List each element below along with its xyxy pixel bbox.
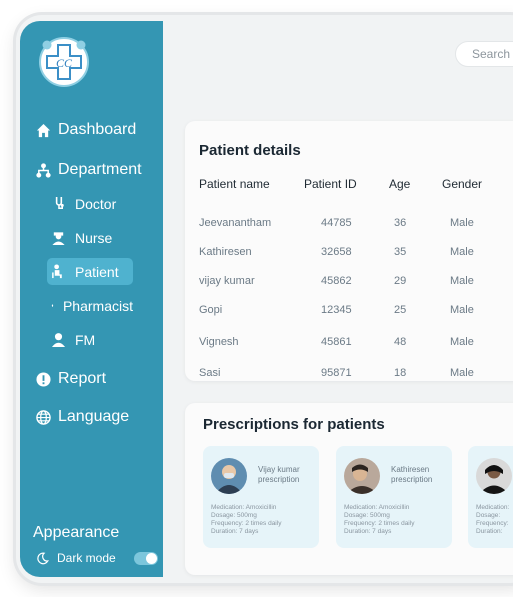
cell-patient-name: Sasi xyxy=(199,367,221,379)
search-input[interactable]: Search xyxy=(455,41,513,67)
cell-gender: Male xyxy=(450,304,474,316)
app-window: CC Dashboard Department Doctor Nurse Pat… xyxy=(16,15,513,583)
cell-age: 18 xyxy=(394,367,407,379)
duration-text: Duration: 7 days xyxy=(344,528,392,535)
appearance-heading: Appearance xyxy=(33,524,120,541)
nav-language[interactable]: Language xyxy=(36,408,129,426)
medication-text: Medication: xyxy=(476,504,510,511)
cell-gender: Male xyxy=(450,336,474,348)
nav-dashboard-label: Dashboard xyxy=(58,121,137,138)
nav-nurse[interactable]: Nurse xyxy=(47,224,133,251)
prescription-name: Vijay kumar prescription xyxy=(258,465,300,484)
avatar xyxy=(211,458,247,494)
cell-age: 25 xyxy=(394,304,407,316)
nav-patient-label: Patient xyxy=(75,263,119,280)
nav-pharmacist-label: Pharmacist xyxy=(62,297,133,314)
prescription-name: Kathiresen prescription xyxy=(391,465,433,484)
nav-patient[interactable]: Patient xyxy=(47,258,133,285)
column-header: Age xyxy=(389,177,411,191)
globe-icon xyxy=(36,409,51,425)
table-row[interactable]: Kathiresen 32658 35 Male xyxy=(185,246,513,266)
frequency-text: Frequency: xyxy=(476,520,509,527)
dosage-text: Dosage: 500mg xyxy=(211,512,257,519)
nav-fm[interactable]: FM xyxy=(47,326,133,353)
cell-patient-id: 32658 xyxy=(321,246,352,258)
hospital-logo: CC xyxy=(39,37,89,87)
table-row[interactable]: Gopi 12345 25 Male xyxy=(185,304,513,324)
dark-mode-row: Dark mode xyxy=(36,551,158,565)
prescription-card[interactable]: Vijay kumar prescription Medication: Amo… xyxy=(203,446,319,548)
nav-department[interactable]: Department xyxy=(36,161,142,179)
table-row[interactable]: Jeevanantham 44785 36 Male xyxy=(185,217,513,237)
avatar xyxy=(344,458,380,494)
nav-dashboard[interactable]: Dashboard xyxy=(36,121,136,139)
medication-text: Medication: Amoxicillin xyxy=(344,504,410,511)
cell-age: 29 xyxy=(394,275,407,287)
cell-age: 35 xyxy=(394,246,407,258)
dark-mode-toggle[interactable] xyxy=(133,551,158,565)
cell-age: 48 xyxy=(394,336,407,348)
sitemap-icon xyxy=(36,162,51,178)
nav-nurse-label: Nurse xyxy=(75,229,113,246)
alert-circle-icon xyxy=(36,371,51,387)
nav-report[interactable]: Report xyxy=(36,370,106,388)
cell-patient-name: Jeevanantham xyxy=(199,217,272,229)
patient-details-title: Patient details xyxy=(199,142,301,159)
patient-details-card: Patient details Patient name Patient ID … xyxy=(185,121,513,381)
nav-doctor[interactable]: Doctor xyxy=(47,190,133,217)
cell-patient-name: Kathiresen xyxy=(199,246,252,258)
nav-doctor-label: Doctor xyxy=(75,195,117,212)
user-icon xyxy=(51,333,66,347)
prescription-card[interactable]: Medication: Dosage: Frequency: Duration: xyxy=(468,446,513,548)
nav-department-label: Department xyxy=(58,161,142,178)
pharmacist-icon xyxy=(51,304,54,307)
patient-icon xyxy=(52,264,62,279)
nav-fm-label: FM xyxy=(75,331,96,348)
duration-text: Duration: 7 days xyxy=(211,528,259,535)
home-icon xyxy=(36,123,51,137)
column-header: Patient name xyxy=(199,177,270,191)
nurse-icon xyxy=(52,232,65,245)
prescriptions-card: Prescriptions for patients Vijay kumar p… xyxy=(185,403,513,575)
cell-age: 36 xyxy=(394,217,407,229)
svg-text:CC: CC xyxy=(56,56,73,70)
doctor-icon xyxy=(55,196,64,209)
dosage-text: Dosage: 500mg xyxy=(344,512,390,519)
cell-patient-id: 44785 xyxy=(321,217,352,229)
cell-patient-id: 12345 xyxy=(321,304,352,316)
nav-report-label: Report xyxy=(58,370,107,387)
table-row[interactable]: Vignesh 45861 48 Male xyxy=(185,336,513,356)
cell-patient-id: 45862 xyxy=(321,275,352,287)
cell-gender: Male xyxy=(450,246,474,258)
cell-patient-id: 45861 xyxy=(321,336,352,348)
nav-pharmacist[interactable]: Pharmacist xyxy=(47,292,133,319)
table-row[interactable]: vijay kumar 45862 29 Male xyxy=(185,275,513,295)
medication-text: Medication: Amoxicillin xyxy=(211,504,277,511)
prescriptions-title: Prescriptions for patients xyxy=(203,416,385,433)
cell-gender: Male xyxy=(450,367,474,379)
table-row[interactable]: Sasi 95871 18 Male xyxy=(185,367,513,387)
dosage-text: Dosage: xyxy=(476,512,501,519)
duration-text: Duration: xyxy=(476,528,503,535)
dark-mode-label: Dark mode xyxy=(57,551,116,565)
column-header: Gender xyxy=(442,177,483,191)
cell-patient-name: Vignesh xyxy=(199,336,239,348)
avatar xyxy=(476,458,512,494)
cell-patient-name: Gopi xyxy=(199,304,223,316)
frequency-text: Frequency: 2 times daily xyxy=(344,520,415,527)
moon-icon xyxy=(37,552,49,564)
sidebar: CC Dashboard Department Doctor Nurse Pat… xyxy=(20,21,163,577)
column-header: Patient ID xyxy=(304,177,357,191)
cell-patient-name: vijay kumar xyxy=(199,275,255,287)
cell-patient-id: 95871 xyxy=(321,367,352,379)
cell-gender: Male xyxy=(450,217,474,229)
frequency-text: Frequency: 2 times daily xyxy=(211,520,282,527)
nav-language-label: Language xyxy=(58,408,130,425)
prescription-card[interactable]: Kathiresen prescription Medication: Amox… xyxy=(336,446,452,548)
cell-gender: Male xyxy=(450,275,474,287)
